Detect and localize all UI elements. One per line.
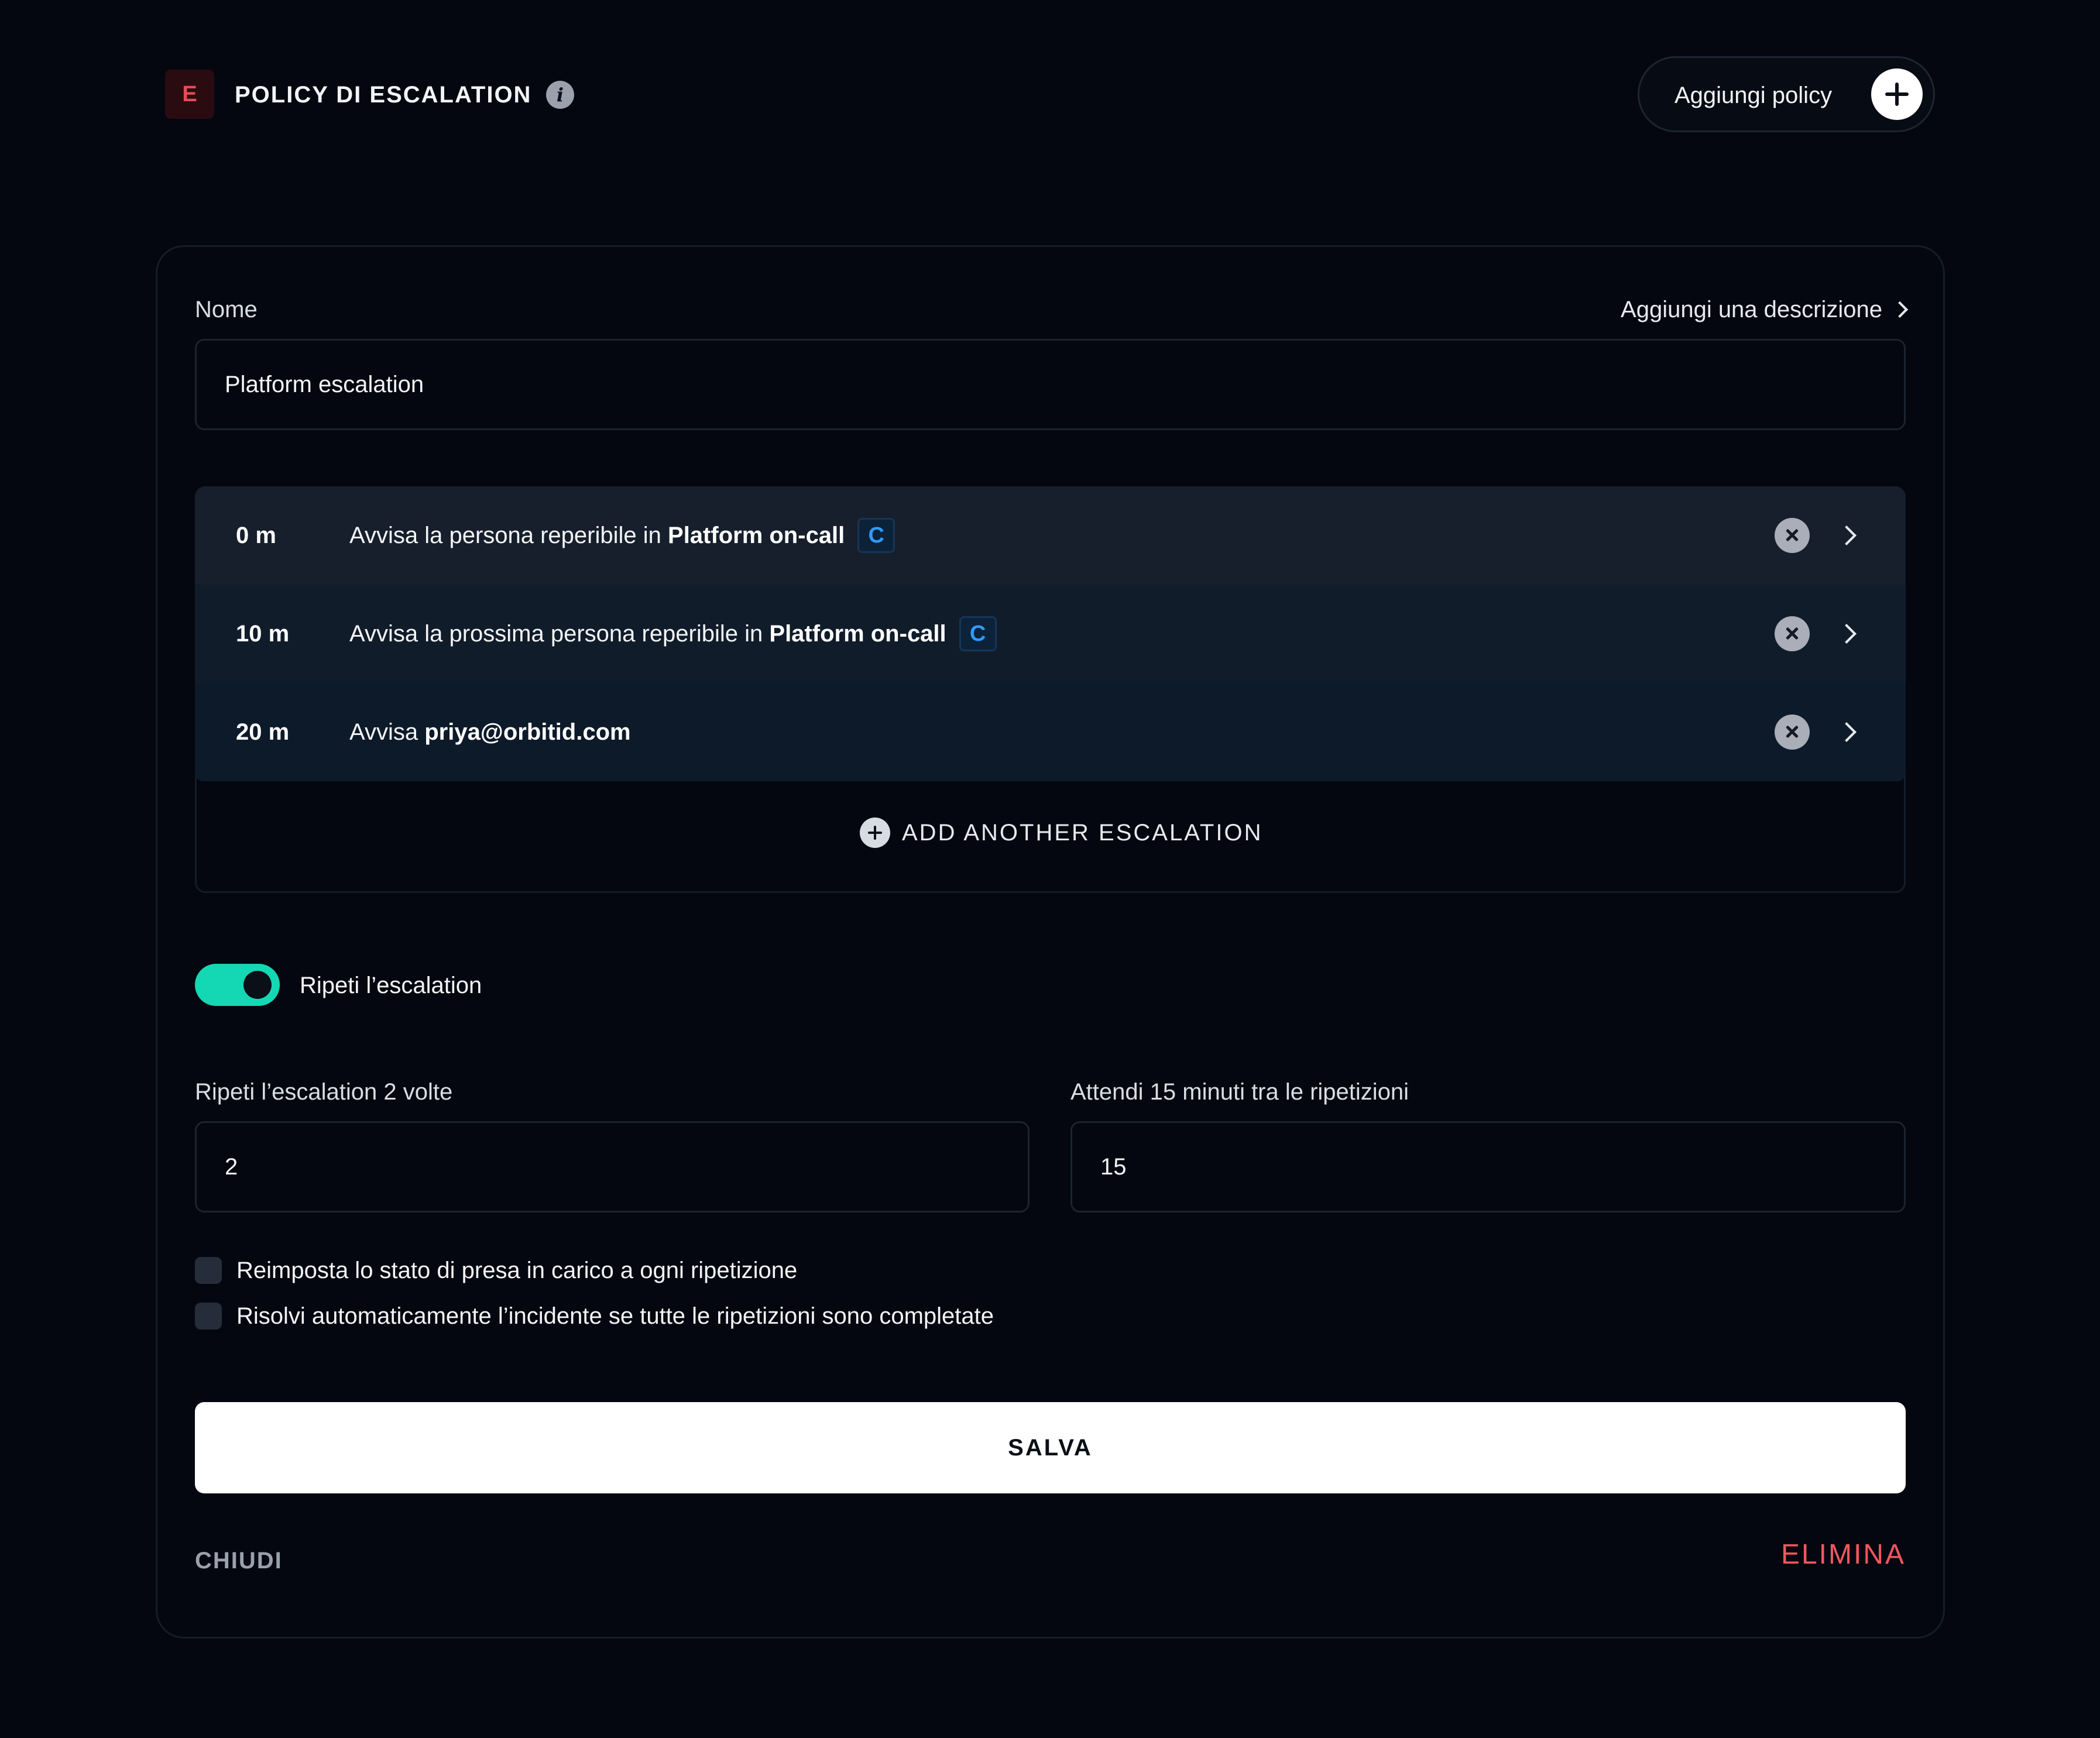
name-input-value: Platform escalation bbox=[225, 372, 424, 397]
app-logo: E bbox=[165, 70, 214, 119]
remove-escalation-icon[interactable] bbox=[1775, 715, 1810, 750]
chevron-right-icon[interactable] bbox=[1837, 722, 1857, 742]
name-input[interactable]: Platform escalation bbox=[195, 339, 1906, 430]
escalation-target: Platform on-call bbox=[668, 522, 845, 548]
repeat-toggle-label: Ripeti l’escalation bbox=[300, 973, 482, 998]
escalation-target: Platform on-call bbox=[769, 620, 946, 647]
schedule-chip: C bbox=[959, 616, 997, 651]
close-button[interactable]: CHIUDI bbox=[195, 1547, 283, 1574]
page-title: POLICY DI ESCALATION bbox=[235, 82, 532, 108]
repeat-toggle[interactable] bbox=[195, 964, 280, 1006]
page-header: E POLICY DI ESCALATION i Aggiungi policy bbox=[0, 0, 2100, 193]
remove-escalation-icon[interactable] bbox=[1775, 518, 1810, 553]
chevron-right-icon[interactable] bbox=[1837, 624, 1857, 644]
auto-resolve-checkbox[interactable] bbox=[195, 1303, 222, 1330]
escalation-delay: 0 m bbox=[236, 522, 276, 548]
escalation-prefix: Avvisa bbox=[349, 719, 425, 745]
remove-escalation-icon[interactable] bbox=[1775, 616, 1810, 651]
escalation-description: Avvisa la prossima persona reperibile in… bbox=[349, 616, 997, 651]
wait-minutes-value: 15 bbox=[1100, 1154, 1127, 1180]
escalation-description: Avvisa la persona reperibile in Platform… bbox=[349, 518, 895, 553]
add-escalation-label: ADD ANOTHER ESCALATION bbox=[902, 820, 1263, 846]
add-description-link[interactable]: Aggiungi una descrizione bbox=[1621, 296, 1909, 323]
chevron-right-icon bbox=[1891, 301, 1909, 318]
escalation-target: priya@orbitid.com bbox=[424, 719, 631, 745]
repeat-times-input[interactable]: 2 bbox=[195, 1121, 1030, 1213]
escalation-row[interactable]: 10 m Avvisa la prossima persona reperibi… bbox=[195, 585, 1906, 683]
info-icon[interactable]: i bbox=[546, 81, 574, 109]
chevron-right-icon[interactable] bbox=[1837, 525, 1857, 545]
escalation-row[interactable]: 0 m Avvisa la persona reperibile in Plat… bbox=[195, 486, 1906, 585]
repeat-times-label: Ripeti l’escalation 2 volte bbox=[195, 1079, 453, 1105]
auto-resolve-label: Risolvi automaticamente l’incidente se t… bbox=[236, 1303, 994, 1329]
save-button[interactable]: SALVA bbox=[195, 1402, 1906, 1493]
name-label: Nome bbox=[195, 297, 258, 322]
escalation-prefix: Avvisa la persona reperibile in bbox=[349, 522, 668, 548]
reset-ack-checkbox[interactable] bbox=[195, 1257, 222, 1284]
add-policy-label: Aggiungi policy bbox=[1674, 83, 1833, 108]
add-escalation-button[interactable]: ADD ANOTHER ESCALATION bbox=[860, 818, 1262, 848]
escalation-row[interactable]: 20 m Avvisa priya@orbitid.com bbox=[195, 683, 1906, 781]
wait-minutes-input[interactable]: 15 bbox=[1070, 1121, 1906, 1213]
escalation-prefix: Avvisa la prossima persona reperibile in bbox=[349, 620, 770, 647]
escalation-description: Avvisa priya@orbitid.com bbox=[349, 719, 631, 746]
add-description-label: Aggiungi una descrizione bbox=[1621, 297, 1882, 322]
plus-icon bbox=[1871, 68, 1923, 120]
delete-button[interactable]: ELIMINA bbox=[1781, 1539, 1906, 1571]
add-policy-button[interactable]: Aggiungi policy bbox=[1638, 56, 1935, 132]
escalation-delay: 20 m bbox=[236, 719, 290, 745]
wait-minutes-label: Attendi 15 minuti tra le ripetizioni bbox=[1070, 1079, 1409, 1105]
repeat-times-value: 2 bbox=[225, 1154, 238, 1180]
plus-circle-icon bbox=[860, 818, 890, 848]
schedule-chip: C bbox=[857, 518, 895, 553]
toggle-knob bbox=[243, 971, 272, 999]
escalation-delay: 10 m bbox=[236, 620, 290, 647]
reset-ack-label: Reimposta lo stato di presa in carico a … bbox=[236, 1258, 798, 1283]
